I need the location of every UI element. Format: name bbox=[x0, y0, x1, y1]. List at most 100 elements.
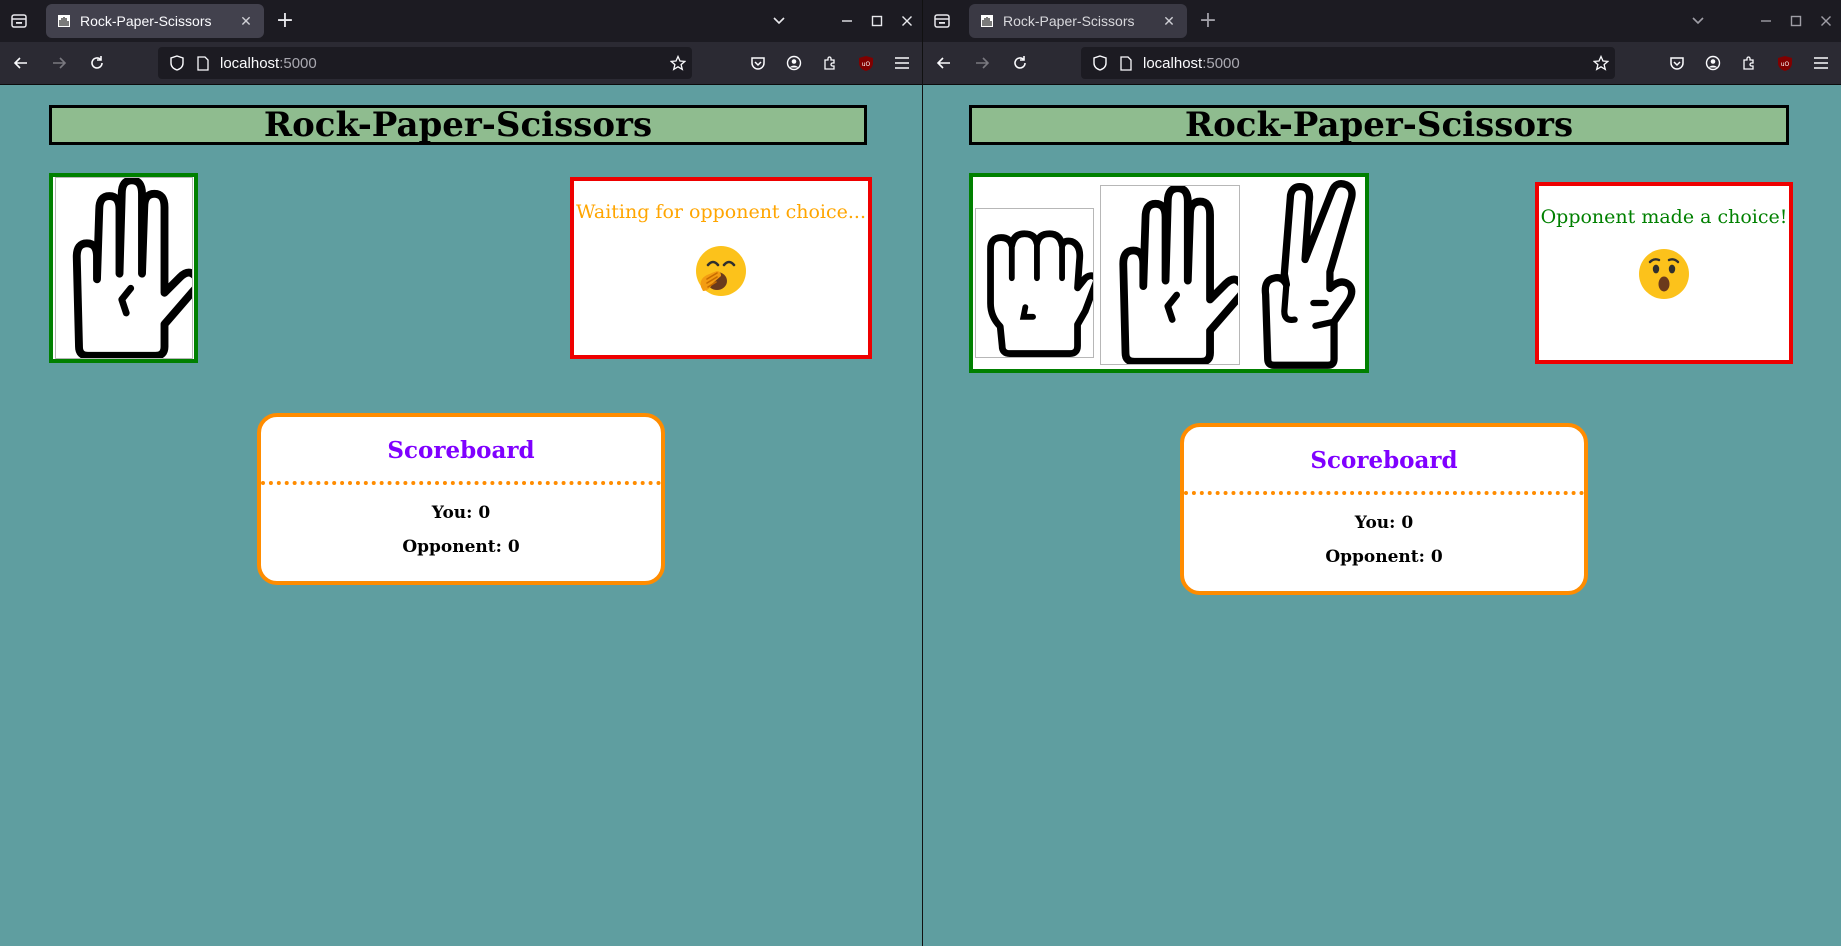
account-icon bbox=[786, 55, 802, 71]
url-port: :5000 bbox=[1202, 54, 1240, 72]
page-title: Rock-Paper-Scissors bbox=[969, 105, 1789, 145]
hamburger-menu-icon bbox=[895, 57, 909, 69]
paper-choice[interactable] bbox=[1100, 185, 1240, 365]
navigation-bar: localhost:5000 uO bbox=[0, 42, 922, 85]
scoreboard-title: Scoreboard bbox=[387, 437, 535, 464]
minimize-button[interactable] bbox=[1751, 0, 1781, 42]
close-window-button[interactable] bbox=[892, 0, 922, 42]
opponent-score: Opponent: 0 bbox=[1325, 547, 1443, 567]
scoreboard-divider bbox=[1184, 491, 1584, 495]
close-tab-icon[interactable]: ✕ bbox=[238, 13, 254, 30]
back-arrow-icon bbox=[13, 57, 27, 69]
maximize-icon bbox=[871, 15, 883, 27]
your-score: You: 0 bbox=[431, 503, 491, 523]
paper-hand-icon bbox=[1119, 186, 1238, 364]
page-info-icon[interactable] bbox=[192, 55, 214, 71]
forward-button[interactable] bbox=[42, 46, 76, 80]
plus-icon: + bbox=[275, 8, 295, 33]
url-bar[interactable]: localhost:5000 bbox=[1081, 47, 1615, 79]
reload-button[interactable] bbox=[80, 46, 114, 80]
opponent-status-box: Opponent made a choice! bbox=[1535, 182, 1793, 364]
list-all-tabs-button[interactable] bbox=[1683, 0, 1713, 42]
close-tab-icon[interactable]: ✕ bbox=[1161, 13, 1177, 30]
puzzle-piece-icon bbox=[824, 56, 835, 70]
chevron-down-icon bbox=[773, 17, 785, 25]
navigation-bar: localhost:5000 uO bbox=[923, 42, 1841, 85]
paper-hand-icon bbox=[72, 178, 192, 358]
extensions-button[interactable] bbox=[812, 42, 848, 84]
browser-window-left: Rock-Paper-Scissors ✕ + localhost:5000 … bbox=[0, 0, 922, 946]
maximize-button[interactable] bbox=[1781, 0, 1811, 42]
tab-rock-paper-scissors[interactable]: Rock-Paper-Scissors ✕ bbox=[969, 4, 1187, 38]
hand-favicon-icon bbox=[56, 13, 72, 29]
scoreboard: Scoreboard You: 0 Opponent: 0 bbox=[1180, 423, 1588, 595]
tab-bar: Rock-Paper-Scissors ✕ + bbox=[923, 0, 1841, 42]
forward-arrow-icon bbox=[53, 57, 67, 69]
svg-text:uO: uO bbox=[1781, 61, 1790, 68]
ublock-shield-icon: uO bbox=[859, 55, 873, 71]
pocket-button[interactable] bbox=[740, 42, 776, 84]
account-icon bbox=[1705, 55, 1721, 71]
tab-title: Rock-Paper-Scissors bbox=[80, 13, 212, 29]
your-choice-box bbox=[969, 173, 1369, 373]
reload-icon bbox=[1014, 56, 1026, 69]
page-title: Rock-Paper-Scissors bbox=[49, 105, 867, 145]
ublock-origin-button[interactable]: uO bbox=[1767, 42, 1803, 84]
new-tab-button[interactable]: + bbox=[1191, 4, 1225, 38]
back-button[interactable] bbox=[927, 46, 961, 80]
hand-favicon-icon bbox=[979, 13, 995, 29]
opponent-score: Opponent: 0 bbox=[402, 537, 520, 557]
account-button[interactable] bbox=[776, 42, 812, 84]
yawning-face-icon bbox=[696, 246, 746, 296]
firefox-view-button[interactable] bbox=[923, 0, 961, 42]
account-button[interactable] bbox=[1695, 42, 1731, 84]
scissors-choice[interactable] bbox=[1245, 177, 1364, 369]
tracking-protection-shield-icon[interactable] bbox=[1089, 55, 1111, 71]
svg-text:uO: uO bbox=[862, 61, 871, 68]
ublock-shield-icon: uO bbox=[1778, 55, 1792, 71]
list-all-tabs-button[interactable] bbox=[764, 0, 794, 42]
your-score: You: 0 bbox=[1354, 513, 1414, 533]
tab-rock-paper-scissors[interactable]: Rock-Paper-Scissors ✕ bbox=[46, 4, 264, 38]
application-menu-button[interactable] bbox=[884, 42, 920, 84]
back-button[interactable] bbox=[4, 46, 38, 80]
bookmark-star-icon[interactable] bbox=[1593, 47, 1609, 79]
page-content: Rock-Paper-Scissors Opponent made a choi… bbox=[923, 85, 1841, 946]
forward-button[interactable] bbox=[965, 46, 999, 80]
close-window-button[interactable] bbox=[1811, 0, 1841, 42]
plus-icon: + bbox=[1198, 8, 1218, 33]
paper-choice[interactable] bbox=[55, 177, 193, 359]
minimize-button[interactable] bbox=[832, 0, 862, 42]
pocket-icon bbox=[751, 56, 765, 70]
close-icon bbox=[1821, 16, 1831, 26]
scissors-hand-icon bbox=[1262, 180, 1356, 369]
minimize-icon bbox=[1761, 20, 1771, 22]
maximize-button[interactable] bbox=[862, 0, 892, 42]
scoreboard-title: Scoreboard bbox=[1310, 447, 1458, 474]
pocket-icon bbox=[1670, 56, 1684, 70]
window-controls bbox=[1683, 0, 1841, 42]
minimize-icon bbox=[842, 20, 852, 22]
tracking-protection-shield-icon[interactable] bbox=[166, 55, 188, 71]
pocket-button[interactable] bbox=[1659, 42, 1695, 84]
firefox-view-button[interactable] bbox=[0, 0, 38, 42]
scoreboard-divider bbox=[261, 481, 661, 485]
opponent-status-text: Waiting for opponent choice... bbox=[575, 201, 867, 223]
extensions-button[interactable] bbox=[1731, 42, 1767, 84]
url-bar[interactable]: localhost:5000 bbox=[158, 47, 692, 79]
toolbar-actions: uO bbox=[740, 42, 920, 84]
bookmark-star-icon[interactable] bbox=[670, 47, 686, 79]
maximize-icon bbox=[1790, 15, 1802, 27]
firefox-view-icon bbox=[11, 14, 27, 28]
reload-button[interactable] bbox=[1003, 46, 1037, 80]
forward-arrow-icon bbox=[976, 57, 990, 69]
url-host: localhost bbox=[220, 54, 280, 72]
application-menu-button[interactable] bbox=[1803, 42, 1839, 84]
ublock-origin-button[interactable]: uO bbox=[848, 42, 884, 84]
reload-icon bbox=[91, 56, 103, 69]
new-tab-button[interactable]: + bbox=[268, 4, 302, 38]
page-info-icon[interactable] bbox=[1115, 55, 1137, 71]
rock-choice[interactable] bbox=[975, 208, 1095, 358]
rock-hand-icon bbox=[986, 230, 1093, 357]
tab-bar: Rock-Paper-Scissors ✕ + bbox=[0, 0, 922, 42]
